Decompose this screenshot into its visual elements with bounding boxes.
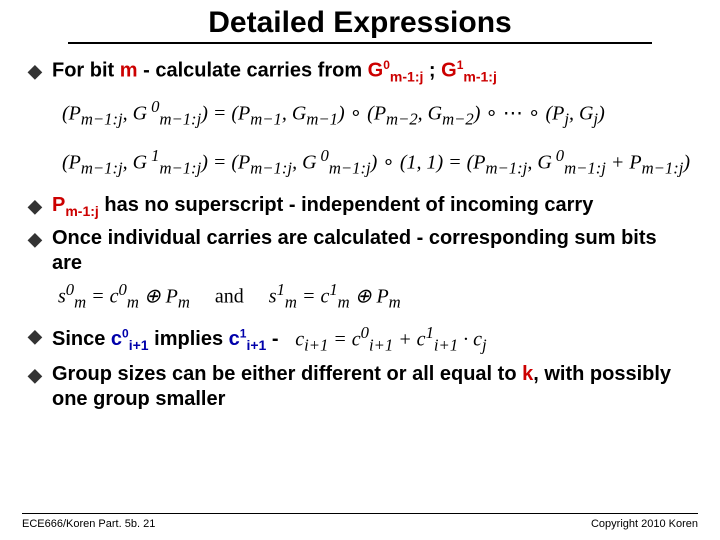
diamond-icon: ◆	[28, 195, 42, 218]
slide: { "title": "Detailed Expressions", "b1_p…	[0, 0, 720, 540]
bullet-1: ◆ For bit m - calculate carries from G0m…	[28, 58, 692, 86]
diamond-icon: ◆	[28, 364, 42, 387]
diamond-icon: ◆	[28, 60, 42, 83]
b1-sep: ;	[423, 60, 441, 82]
b2-sub: m-1:j	[65, 203, 98, 219]
equation-block-1: (Pm−1:j, G 0m−1:j) = (Pm−1, Gm−1) ∘ (Pm−…	[62, 94, 692, 183]
b4-sub0: i+1	[129, 337, 149, 353]
content: ◆ For bit m - calculate carries from G0m…	[0, 44, 720, 412]
eq1-line1: (Pm−1:j, G 0m−1:j) = (Pm−1, Gm−1) ∘ (Pm−…	[62, 94, 692, 133]
b4-c1: c	[229, 328, 240, 350]
equation-block-2: s0m = c0m ⊕ Pm and s1m = c1m ⊕ Pm	[58, 280, 401, 313]
b2-p: P	[52, 194, 65, 216]
footer-right: Copyright 2010 Koren	[591, 518, 698, 530]
b1-sub0: m-1:j	[390, 69, 423, 85]
diamond-icon: ◆	[28, 325, 42, 348]
bullet-3: ◆ Once individual carries are calculated…	[28, 226, 692, 276]
title-wrap: Detailed Expressions	[0, 0, 720, 44]
b4-sub1: i+1	[246, 337, 266, 353]
b5-pre: Group sizes can be either different or a…	[52, 363, 522, 385]
bullet-2: ◆ Pm-1:j has no superscript - independen…	[28, 193, 692, 221]
b1-pre: For bit	[52, 60, 120, 82]
b5-k: k	[522, 363, 533, 385]
b3-txt: Once individual carries are calculated -…	[52, 227, 657, 274]
footer-left: ECE666/Koren Part. 5b. 21	[22, 518, 155, 530]
b4-pre: Since	[52, 328, 111, 350]
b4-mid: implies	[149, 328, 229, 350]
page-title: Detailed Expressions	[68, 6, 651, 44]
b4-c0: c	[111, 328, 122, 350]
b1-mid: - calculate carries from	[138, 60, 368, 82]
b1-sup0: 0	[383, 58, 390, 72]
bullet-5: ◆ Group sizes can be either different or…	[28, 362, 692, 412]
eq1-line2: (Pm−1:j, G 1m−1:j) = (Pm−1:j, G 0m−1:j) …	[62, 143, 692, 182]
diamond-icon: ◆	[28, 228, 42, 251]
b4-sup0: 0	[122, 326, 129, 340]
b1-sub1: m-1:j	[463, 69, 496, 85]
bullet-4: ◆ Since c0i+1 implies c1i+1 - ci+1 = c0i…	[28, 323, 692, 356]
b1-g0: G	[368, 60, 384, 82]
footer: ECE666/Koren Part. 5b. 21 Copyright 2010…	[22, 513, 698, 530]
b1-g1: G	[441, 60, 457, 82]
equation-inline-3: ci+1 = c0i+1 + c1i+1 · cj	[295, 323, 486, 356]
b2-txt: has no superscript - independent of inco…	[99, 194, 594, 216]
b1-m: m	[120, 60, 138, 82]
b4-dash: -	[266, 328, 278, 350]
